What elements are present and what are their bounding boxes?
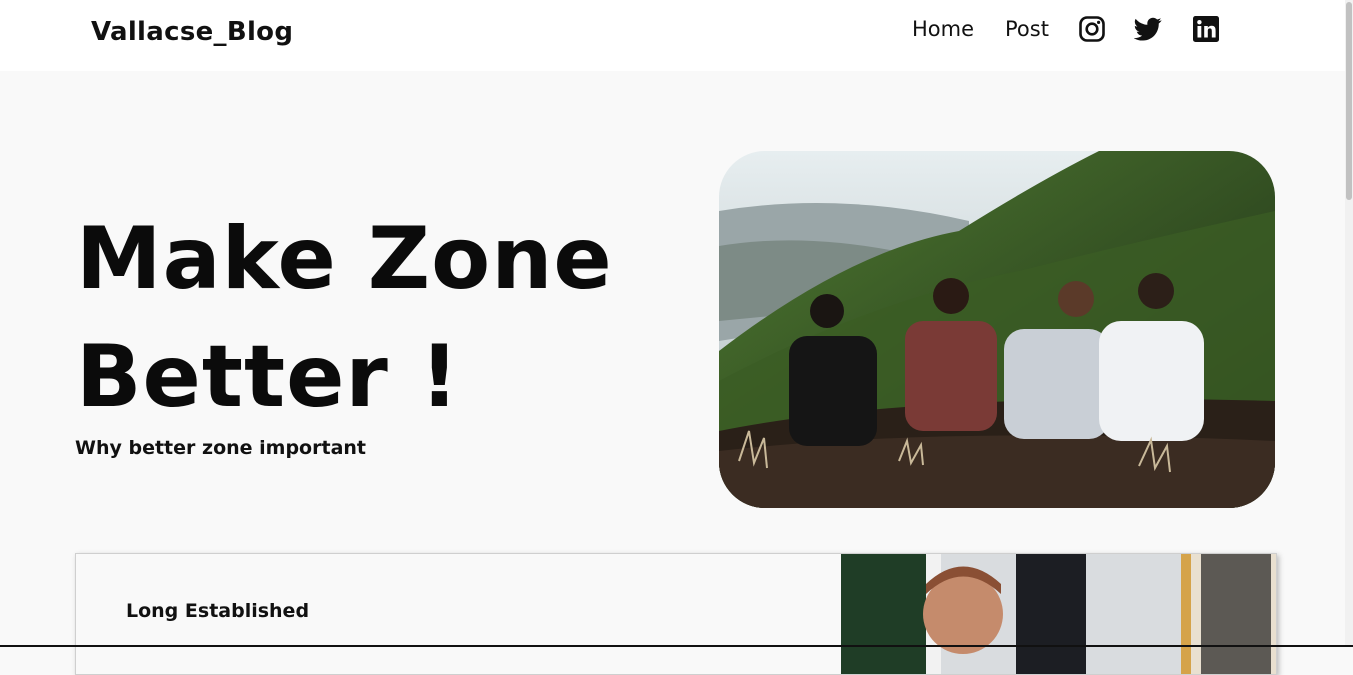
hero-image [719,151,1275,508]
hero-title: Make Zone Better ! [76,200,613,436]
hero-title-line-1: Make Zone [76,209,613,309]
hero-subtitle: Why better zone important [75,437,366,459]
hero-title-line-2: Better ! [76,327,460,427]
scrollbar-thumb[interactable] [1346,2,1352,200]
brand-logo[interactable]: Vallacse_Blog [91,17,293,47]
nav-link-post[interactable]: Post [1005,17,1049,41]
linkedin-icon[interactable] [1192,15,1220,43]
nav-link-home[interactable]: Home [912,17,974,41]
post-card-title: Long Established [126,600,310,622]
top-navbar: Vallacse_Blog Home Post [0,0,1345,71]
post-card[interactable]: Long Established [75,553,1277,675]
twitter-icon[interactable] [1134,15,1162,43]
instagram-icon[interactable] [1078,15,1106,43]
page-scrollbar[interactable] [1345,0,1353,647]
post-card-image [841,554,1276,674]
